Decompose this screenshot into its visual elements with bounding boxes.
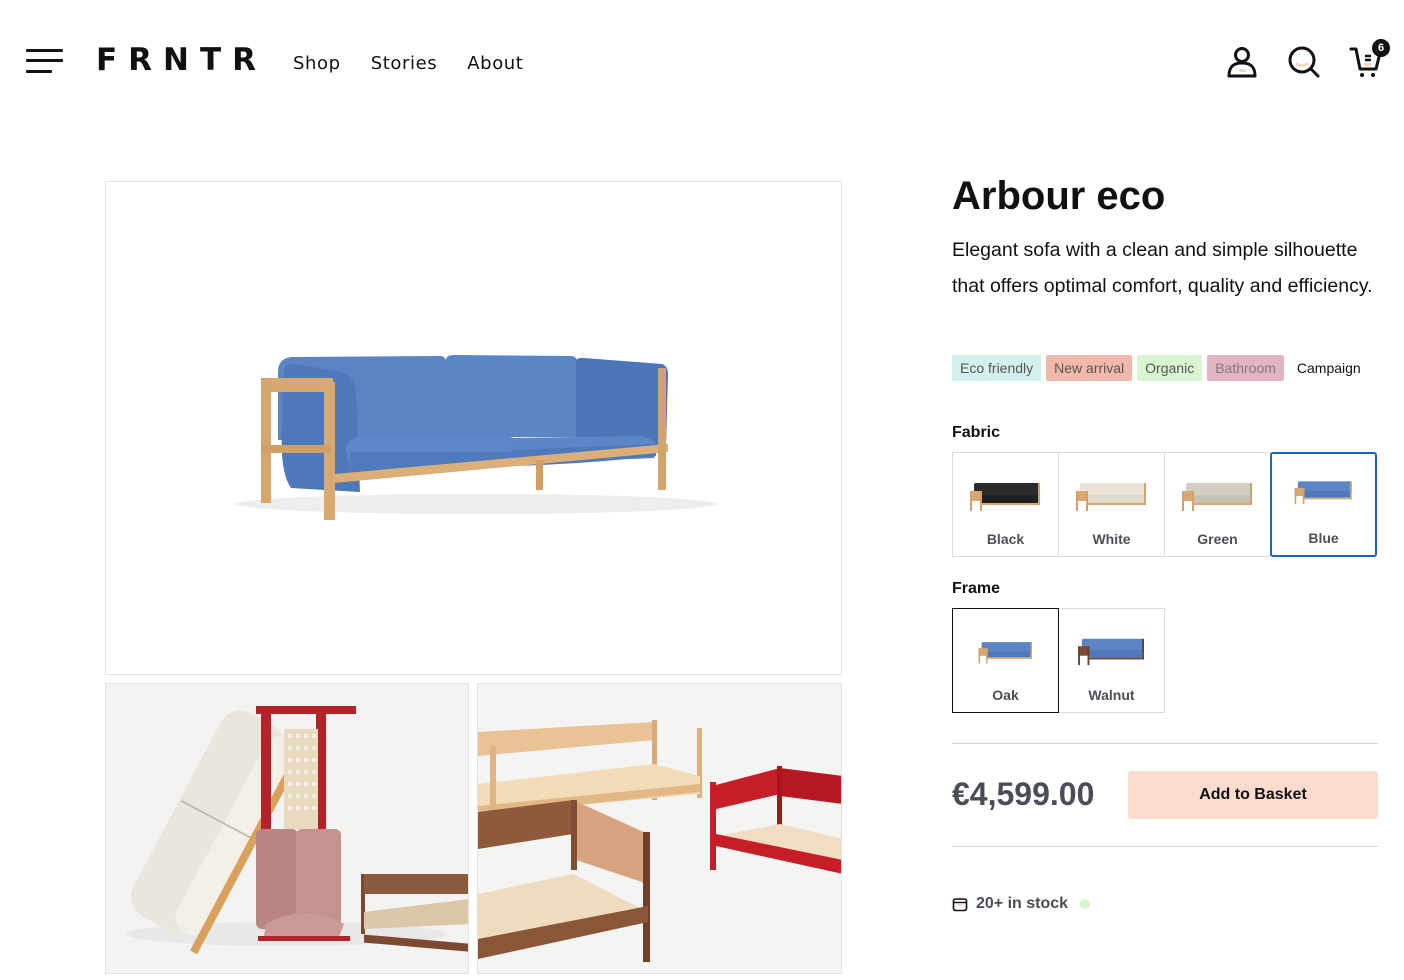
stock-status: 20+ in stock [952,895,1091,913]
sofa-thumbnail-black [969,483,1040,511]
daybeds-scene-image [478,684,841,973]
stock-text: 20+ in stock [976,895,1069,912]
lifestyle-scene-image [106,684,468,973]
product-description: Elegant sofa with a clean and simple sil… [952,239,1373,297]
frame-options: Oak Walnut [952,608,1165,713]
nav-about[interactable]: About [467,53,523,74]
sofa-thumbnail-oak [978,642,1032,664]
search-icon [1288,46,1320,78]
stock-indicator-dot [1080,899,1091,909]
search-button[interactable] [1286,44,1322,80]
tag-bathroom[interactable]: Bathroom [1207,355,1284,381]
frame-option-label: Oak [992,687,1019,703]
site-header: FRNTR Shop Stories About 6 [0,0,1404,125]
fabric-option-label: Green [1197,531,1238,547]
product-price: €4,599.00 [952,776,1095,812]
sofa-thumbnail-green [1181,483,1252,511]
tag-new-arrival[interactable]: New arrival [1046,355,1133,381]
main-nav: Shop Stories About [293,53,523,74]
fabric-option-green[interactable]: Green [1164,452,1271,557]
frame-option-oak[interactable]: Oak [952,608,1059,713]
frame-label: Frame [952,580,1001,597]
brand-logo[interactable]: FRNTR [96,42,267,78]
fabric-options: Black White Green Blue [952,452,1377,557]
product-tags: Eco friendly New arrival Organic Bathroo… [952,355,1369,381]
nav-stories[interactable]: Stories [371,53,438,74]
tag-campaign[interactable]: Campaign [1289,355,1369,381]
divider [952,846,1378,847]
divider [952,743,1378,744]
fabric-option-label: Blue [1308,530,1339,546]
sofa-thumbnail-walnut [1077,638,1144,666]
fabric-option-white[interactable]: White [1058,452,1165,557]
header-actions: 6 [1224,39,1390,80]
gallery-thumbnail-2[interactable] [477,683,842,974]
fabric-option-label: White [1092,531,1131,547]
nav-shop[interactable]: Shop [293,53,341,74]
cart-count-badge: 6 [1372,39,1390,57]
sofa-illustration [236,355,716,520]
sofa-thumbnail-white [1075,483,1146,511]
product-title: Arbour eco [952,174,1166,218]
tag-eco-friendly[interactable]: Eco friendly [952,355,1042,381]
main-product-image[interactable] [105,181,842,675]
tag-organic[interactable]: Organic [1137,355,1203,381]
menu-icon[interactable] [26,49,64,75]
account-button[interactable] [1224,44,1260,80]
box-icon [952,898,968,912]
fabric-option-black[interactable]: Black [952,452,1059,557]
frame-option-walnut[interactable]: Walnut [1058,608,1165,713]
fabric-option-blue[interactable]: Blue [1270,452,1377,557]
frame-option-label: Walnut [1088,687,1135,703]
gallery-thumbnail-1[interactable] [105,683,469,974]
cart-button[interactable]: 6 [1348,39,1390,80]
sofa-thumbnail-blue [1294,481,1352,505]
add-to-basket-button[interactable]: Add to Basket [1128,771,1378,819]
user-icon [1227,47,1257,78]
fabric-label: Fabric [952,424,1001,441]
fabric-option-label: Black [986,531,1025,547]
